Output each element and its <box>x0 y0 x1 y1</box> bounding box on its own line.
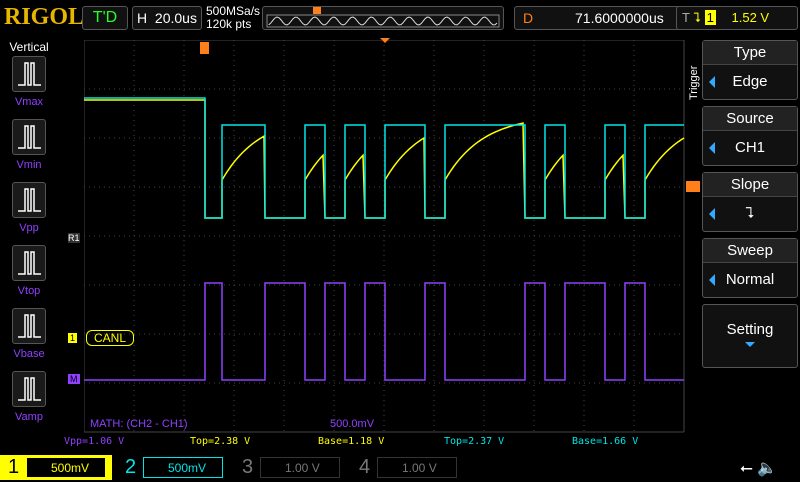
acquisition-info: 500MSa/s 120k pts <box>206 5 260 31</box>
measure-vmax-button[interactable] <box>12 56 46 92</box>
menu-label: Sweep <box>703 239 797 263</box>
ch1-marker[interactable]: 1 <box>68 333 78 343</box>
menu-label: Source <box>703 107 797 131</box>
channel-4-button[interactable]: 4 1.00 V <box>351 455 463 480</box>
waveform-display[interactable]: MATH: (CH2 - CH1) 500.0mV <box>84 40 686 434</box>
channel-number: 3 <box>242 456 254 478</box>
measurement: Top=2.37 V <box>444 436 505 447</box>
delay[interactable]: D 71.6000000us <box>514 6 696 30</box>
trigger-source: 1 <box>704 10 716 25</box>
channel-1-button[interactable]: 1 500mV <box>0 455 112 480</box>
math-label: MATH: (CH2 - CH1) <box>90 418 188 430</box>
measurement: Top=2.38 V <box>190 436 251 447</box>
measure-label: Vamp <box>15 411 43 423</box>
menu-sweep-button[interactable]: Sweep Normal <box>702 238 798 298</box>
timebase[interactable]: H 20.0us <box>132 6 202 30</box>
run-status[interactable]: T'D <box>82 6 128 30</box>
trigger-position-marker[interactable] <box>200 42 209 54</box>
waveform-overview[interactable] <box>262 6 504 30</box>
measure-label: Vbase <box>13 348 45 360</box>
measurement: Base=1.18 V <box>318 436 385 447</box>
timebase-label: H <box>137 10 148 26</box>
memory-depth: 120k pts <box>206 17 252 31</box>
falling-edge-icon: ⮧ <box>693 10 702 25</box>
left-menu: Vertical Vmax Vmin Vpp Vtop Vbase Vamp <box>0 38 58 448</box>
channel-number: 2 <box>125 456 137 478</box>
center-marker <box>380 38 390 48</box>
measure-vmin-button[interactable] <box>12 119 46 155</box>
measure-vbase-button[interactable] <box>12 308 46 344</box>
trigger-level: 1.52 V <box>731 10 770 25</box>
measure-label: Vtop <box>17 285 41 297</box>
rigol-logo: RIGOL <box>4 4 85 30</box>
right-menu-title: Trigger <box>688 65 700 100</box>
math-marker[interactable]: M <box>68 374 80 384</box>
trigger-status[interactable]: T ⮧ 1 1.52 V <box>676 6 798 30</box>
chevron-down-icon <box>745 342 755 352</box>
menu-slope-button[interactable]: Slope ⮧ <box>702 172 798 232</box>
trigger-level-marker[interactable] <box>686 181 700 192</box>
measure-label: Vmin <box>16 159 42 171</box>
channel-scale: 500mV <box>143 457 223 478</box>
channel-scale: 1.00 V <box>377 457 457 478</box>
menu-setting-button[interactable]: Setting <box>702 304 798 368</box>
delay-value: 71.6000000us <box>575 10 664 26</box>
timebase-value: 20.0us <box>154 10 197 26</box>
channel-number: 1 <box>8 456 20 478</box>
ref-marker[interactable]: R1 <box>68 233 80 243</box>
measure-vamp-button[interactable] <box>12 371 46 407</box>
channel-scale: 1.00 V <box>260 457 340 478</box>
delay-label: D <box>523 10 534 26</box>
measure-label: Vmax <box>14 96 44 108</box>
falling-edge-icon: ⮧ <box>703 197 797 231</box>
measure-label: Vpp <box>19 222 39 234</box>
measure-vpp-button[interactable] <box>12 182 46 218</box>
menu-value: Edge <box>703 65 797 99</box>
math-scale: 500.0mV <box>330 418 375 430</box>
trigger-label: T <box>682 10 690 25</box>
menu-value: CH1 <box>703 131 797 165</box>
channel-2-button[interactable]: 2 500mV <box>117 455 229 480</box>
channel-scale: 500mV <box>26 457 106 478</box>
channel-3-button[interactable]: 3 1.00 V <box>234 455 346 480</box>
menu-type-button[interactable]: Type Edge <box>702 40 798 100</box>
measure-vtop-button[interactable] <box>12 245 46 281</box>
usb-icon: ⭠ 🔈 <box>740 460 778 477</box>
menu-label: Type <box>703 41 797 65</box>
ch1-label: CANL <box>86 330 135 346</box>
measurement: Base=1.66 V <box>572 436 639 447</box>
menu-source-button[interactable]: Source CH1 <box>702 106 798 166</box>
channel-number: 4 <box>359 456 371 478</box>
setting-label: Setting <box>726 321 774 338</box>
menu-label: Slope <box>703 173 797 197</box>
menu-value: Normal <box>703 263 797 297</box>
measurement: Vpp=1.06 V <box>64 436 125 447</box>
left-menu-title: Vertical <box>9 40 49 54</box>
